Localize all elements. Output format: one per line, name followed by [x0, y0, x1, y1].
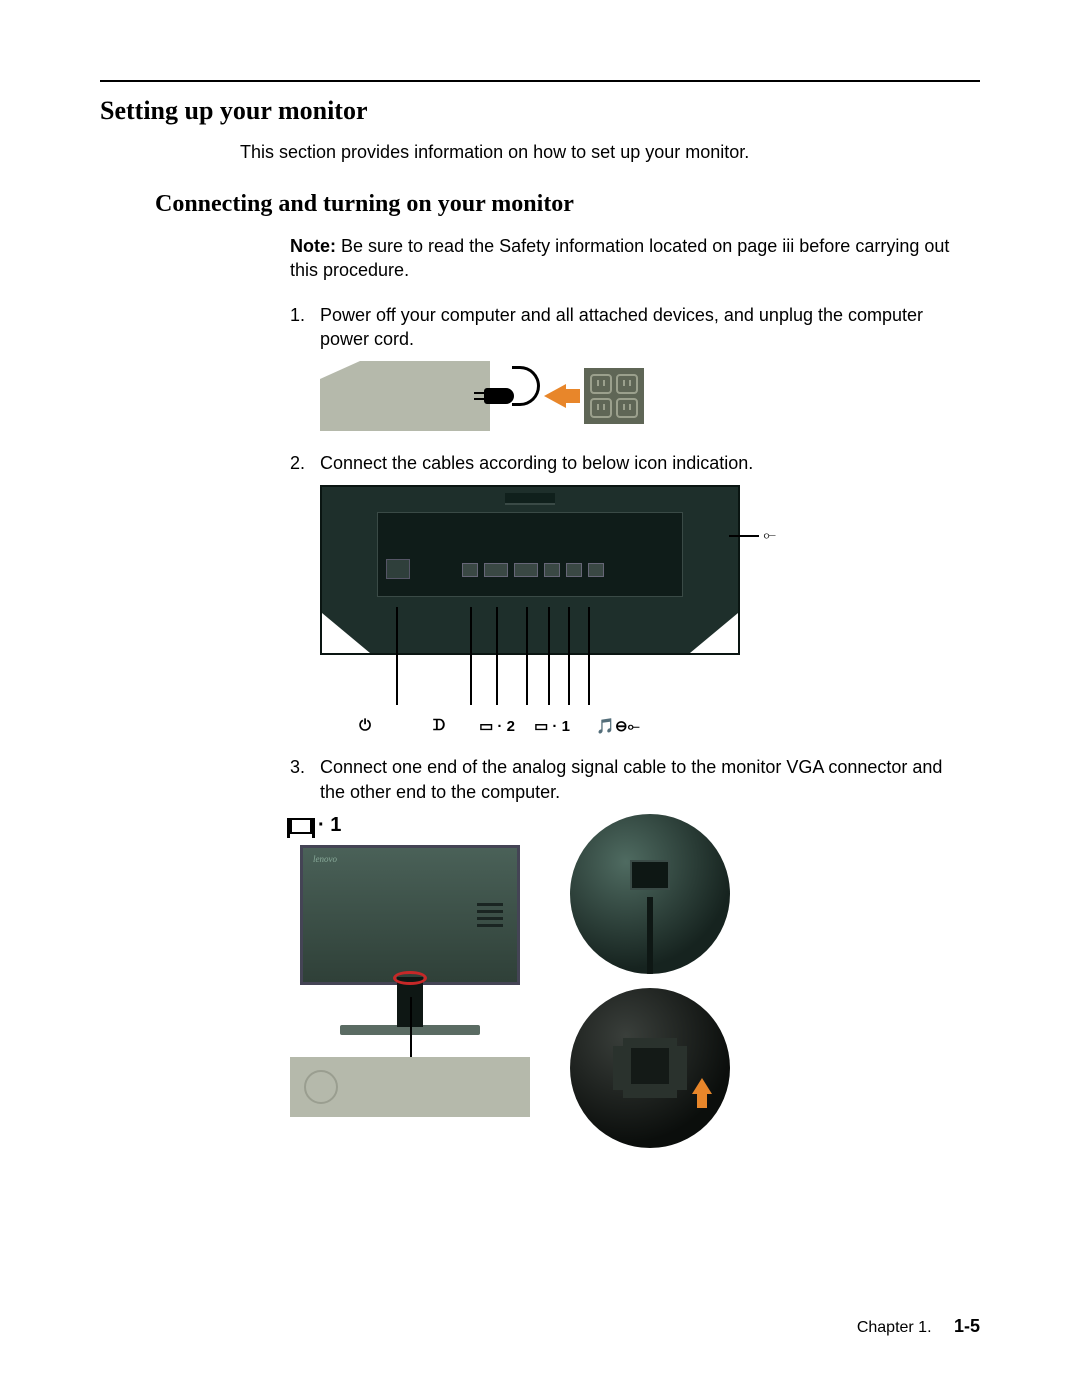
section-intro: This section provides information on how… [240, 142, 980, 163]
monitor-rear-icon: lenovo [300, 845, 520, 985]
insert-arrow-icon [692, 1078, 712, 1108]
power-port-icon [386, 559, 410, 579]
monitor-stand-mount-icon [505, 493, 555, 505]
monitor-vent-icon [477, 899, 503, 931]
vga-step-label: · 1 [290, 814, 530, 837]
hdmi-icon: ▭ · 2 [468, 717, 526, 735]
monitor-stand-icon [397, 977, 423, 1027]
power-cord-icon [512, 366, 540, 406]
step-2-text: Connect the cables according to below ic… [320, 451, 960, 475]
note-paragraph: Note: Be sure to read the Safety informa… [290, 234, 960, 283]
power-plug-icon [484, 388, 514, 404]
step-3-number: 3. [290, 755, 320, 804]
computer-top-icon [290, 1057, 530, 1117]
section-title: Setting up your monitor [100, 96, 980, 126]
displayport-icon: ᗪ [410, 717, 468, 735]
vga-computer-closeup-icon [570, 988, 730, 1148]
wall-outlet-icon [584, 368, 644, 424]
step-2-number: 2. [290, 451, 320, 475]
figure-monitor-ports: ⟜ ⏻ ᗪ ▭ · 2 ▭ · 1 🎵⊖⟜ [320, 485, 980, 735]
monitor-back-panel-icon [377, 512, 683, 597]
port-indicator-lines [320, 655, 740, 715]
step-1-number: 1. [290, 303, 320, 352]
power-icon: ⏻ [320, 717, 410, 735]
audio-usb-icon: 🎵⊖⟜ [578, 717, 658, 735]
computer-fan-icon [304, 1070, 338, 1104]
figure-unplug-power [320, 361, 980, 431]
cable-ring-icon [393, 971, 427, 985]
monitor-logo: lenovo [313, 854, 337, 864]
figure-vga-connection: · 1 lenovo [290, 814, 980, 1148]
subsection-title: Connecting and turning on your monitor [155, 191, 980, 218]
port-icon-legend: ⏻ ᗪ ▭ · 2 ▭ · 1 🎵⊖⟜ [320, 717, 740, 735]
note-text: Be sure to read the Safety information l… [290, 236, 949, 280]
usb-side-port-icon: ⟜ [729, 527, 776, 545]
footer-page-number: 1-5 [954, 1316, 980, 1336]
step-3: 3. Connect one end of the analog signal … [290, 755, 960, 804]
step-1-text: Power off your computer and all attached… [320, 303, 960, 352]
vga-monitor-closeup-icon [570, 814, 730, 974]
page-footer: Chapter 1. 1-5 [857, 1316, 980, 1337]
unplug-arrow-icon [544, 384, 566, 408]
section-rule [100, 80, 980, 82]
vga-connector-icon [290, 818, 312, 834]
step-2: 2. Connect the cables according to below… [290, 451, 960, 475]
footer-chapter: Chapter 1. [857, 1319, 932, 1336]
unplug-arrow-body-icon [566, 389, 580, 403]
vga-icon: ▭ · 1 [526, 717, 578, 735]
step-1: 1. Power off your computer and all attac… [290, 303, 960, 352]
step-3-text: Connect one end of the analog signal cab… [320, 755, 960, 804]
computer-icon [320, 361, 490, 431]
port-row-icon [462, 563, 604, 577]
note-label: Note: [290, 236, 336, 256]
